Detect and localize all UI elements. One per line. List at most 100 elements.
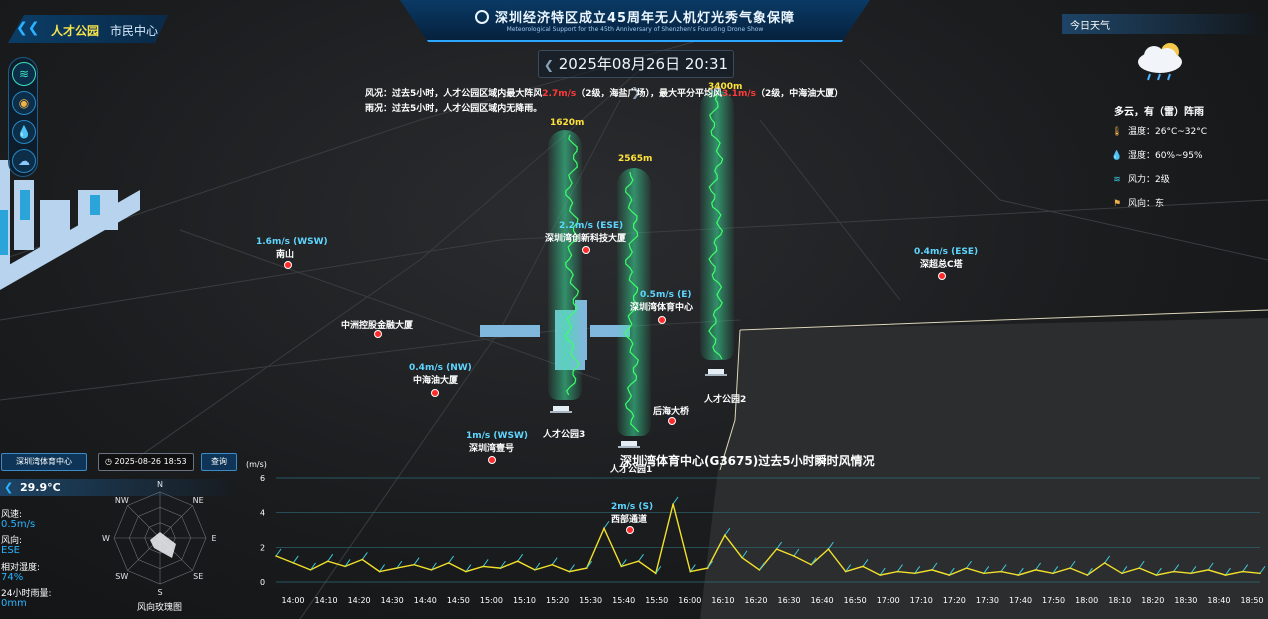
station-cnooc[interactable]: 0.4m/s (NW) 中海油大厦 (409, 363, 472, 397)
chart-point (637, 560, 640, 562)
chart-point (810, 563, 812, 566)
chart-point (344, 565, 346, 568)
weather-panel-title: 今日天气 (1070, 21, 1110, 32)
chevron-left-icon[interactable]: ❮ (4, 481, 13, 494)
chart-point (844, 570, 847, 573)
park-label-3[interactable]: 人才公园3 (543, 427, 585, 440)
chart-point (1155, 574, 1158, 576)
chart-point (775, 548, 778, 550)
humidity-layer-icon[interactable]: 💧 (12, 120, 36, 144)
chart-point (1190, 572, 1192, 575)
chart-x-tick: 16:30 (778, 596, 801, 605)
station-dot[interactable] (374, 330, 382, 338)
station-sports-center[interactable]: 0.5m/s (E) 深圳湾体育中心 (630, 290, 693, 324)
wind-rose-dir-label: SE (193, 572, 203, 581)
station-zhongzhou[interactable]: 中洲控股金融大厦 (341, 318, 413, 338)
query-button[interactable]: 查询 (201, 453, 237, 471)
wind-icon: ≋ (1113, 175, 1121, 185)
station-wind: 0.4m/s (NW) (409, 363, 472, 373)
wind-line-chart: 0 2 4 6 14:00 14:10 14:20 14:30 14:40 14:50 15:00 1… (260, 474, 1266, 605)
date-picker[interactable]: ◷ 2025-08-26 18:53 (98, 453, 194, 471)
station-dot[interactable] (582, 246, 590, 254)
wind-summary: 风况：过去5小时，人才公园区域内最大阵风2.7m/s（2级，海盐广场），最大平分… (365, 86, 843, 99)
chart-point (396, 567, 398, 569)
station-houhai-bridge[interactable]: 后海大桥 (653, 404, 689, 425)
chart-wind-barb (1173, 564, 1180, 572)
chart-wind-barb (1104, 555, 1111, 564)
chart-wind-barb (638, 553, 644, 562)
chart-point (499, 567, 502, 569)
thermometer-icon: 🌡 (1111, 127, 1123, 137)
chart-point (931, 569, 933, 571)
datetime-display[interactable]: ❮ 2025年08月26日 20:31 ❯ (538, 50, 734, 99)
chart-x-tick: 17:30 (976, 596, 999, 605)
drone-trace-1 (564, 134, 580, 396)
chart-point (758, 569, 761, 571)
wind-rose-dir-label: NE (193, 496, 204, 505)
drone-icon-2 (618, 441, 640, 448)
station-dot[interactable] (488, 456, 496, 464)
chart-x-tick: 18:40 (1207, 596, 1230, 605)
station-nanshan[interactable]: 1.6m/s (WSW) 南山 (256, 237, 328, 269)
chart-wind-barb (931, 562, 938, 571)
weather-wind-force: ≋ 风力：2级 (1108, 172, 1170, 185)
layer-toolbar: ≋ ◉ 💧 ☁ (8, 57, 38, 177)
station-wind: 1.6m/s (WSW) (256, 237, 328, 247)
station-wind: 2.2m/s (ESE) (559, 221, 624, 231)
station-dot[interactable] (658, 316, 666, 324)
chart-x-tick: 18:30 (1174, 596, 1197, 605)
chart-point (1069, 567, 1071, 569)
chart-series-line (275, 503, 1261, 576)
current-temperature: 29.9°C (20, 481, 61, 494)
meteorology-logo-icon (474, 10, 489, 24)
chart-x-tick: 16:10 (711, 596, 734, 605)
chart-point (672, 503, 674, 505)
chevron-left-icon[interactable]: ❮ (544, 58, 554, 72)
chart-point (585, 567, 588, 569)
chart-wind-barb (1138, 560, 1145, 569)
station-wind: 1m/s (WSW) (466, 431, 528, 441)
temperature-layer-icon[interactable]: ◉ (12, 91, 36, 115)
station-dot[interactable] (284, 261, 292, 269)
chart-point (1138, 567, 1140, 569)
chart-x-tick: 18:20 (1141, 596, 1164, 605)
station-dot[interactable] (938, 272, 946, 280)
wind-layer-icon[interactable]: ≋ (12, 62, 36, 86)
header-banner: 深圳经济特区成立45周年无人机灯光秀气象保障 Meteorological Su… (400, 0, 870, 42)
wind-rose-dir-label: E (211, 534, 216, 543)
chart-point (706, 567, 709, 569)
chart-point (1172, 570, 1175, 573)
chart-x-tick: 17:50 (1042, 596, 1065, 605)
chart-point (862, 565, 864, 568)
map-stage[interactable]: 1620m 2565m 3400m 人才公园3 人才公园1 人才公园2 1.6m… (0, 0, 1268, 619)
chart-x-tick: 15:50 (645, 596, 668, 605)
station-select-button[interactable]: 深圳湾体育中心 (1, 453, 87, 471)
tab-civic-center[interactable]: 市民中心 (110, 22, 158, 39)
chart-wind-barb (741, 550, 748, 559)
chart-point (896, 570, 899, 573)
station-csc-tower-c[interactable]: 0.4m/s (ESE) 深超总C塔 (914, 247, 978, 280)
tab-talent-park[interactable]: 人才公园 (51, 22, 99, 39)
station-name: 深圳湾壹号 (469, 444, 515, 454)
wind-summary-prefix: 风况：过去5小时，人才公园区域内最大阵风 (365, 89, 543, 99)
wind-speed-value: 0.5m/s (1, 519, 36, 530)
station-shenzhen-bay-one[interactable]: 1m/s (WSW) 深圳湾壹号 (466, 431, 528, 464)
chart-wind-barb (361, 552, 368, 560)
chart-wind-barb (1207, 562, 1214, 571)
wind-rose-dir-label: S (157, 588, 162, 597)
chart-x-tick: 17:10 (910, 596, 933, 605)
chart-point (568, 570, 571, 573)
wind-rose-dir-label: NW (115, 496, 129, 505)
max-gust-value: 2.7m/s (542, 89, 577, 99)
park-label-2[interactable]: 人才公园2 (704, 392, 746, 405)
chart-x-tick: 15:10 (513, 596, 536, 605)
station-innovation-tower[interactable]: 2.2m/s (ESE) 深圳湾创新科技大厦 (545, 221, 626, 254)
chart-point (1103, 562, 1106, 564)
station-dot[interactable] (431, 389, 439, 397)
chart-wind-barb (897, 564, 903, 572)
chart-x-tick: 15:20 (546, 596, 569, 605)
chart-x-tick: 15:00 (480, 596, 503, 605)
rain-layer-icon[interactable]: ☁ (12, 149, 36, 173)
station-dot[interactable] (668, 417, 676, 425)
chart-x-tick: 17:20 (943, 596, 966, 605)
